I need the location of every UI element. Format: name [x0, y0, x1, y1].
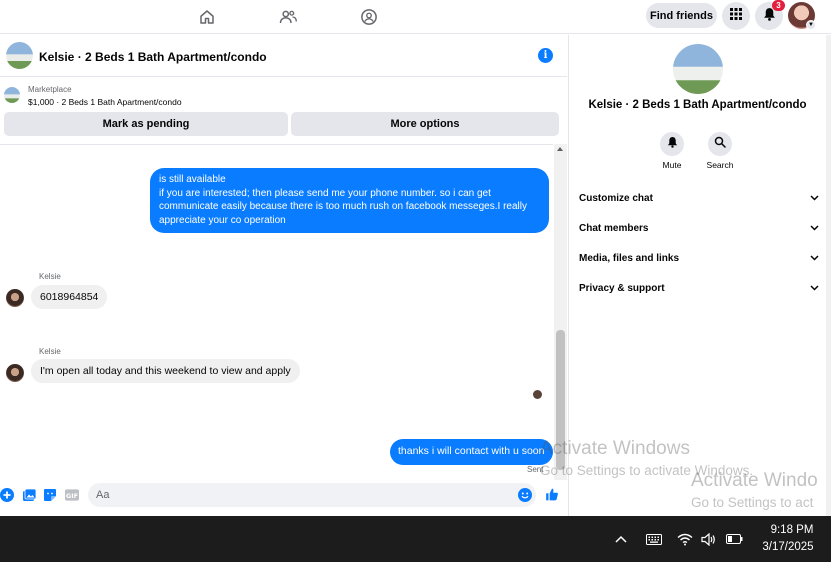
- chat-header: Kelsie · 2 Beds 1 Bath Apartment/condo i: [0, 35, 567, 77]
- section-customize-chat[interactable]: Customize chat: [579, 186, 819, 210]
- messenger-app: Find friends 3 ▼ Kelsie · 2 Beds 1 Bath …: [0, 0, 831, 516]
- outgoing-message[interactable]: is still available if you are interested…: [150, 168, 549, 233]
- details-title: Kelsie · 2 Beds 1 Bath Apartment/condo: [588, 99, 807, 111]
- info-icon[interactable]: i: [538, 48, 553, 63]
- chevron-down-icon: [810, 223, 819, 233]
- mute-button[interactable]: Mute: [649, 132, 695, 170]
- search-icon: [714, 135, 726, 153]
- message-scrollbar[interactable]: [554, 144, 567, 480]
- top-navigation: Find friends 3 ▼: [0, 0, 831, 34]
- groups-icon[interactable]: [357, 5, 381, 29]
- marketplace-label: Marketplace: [28, 85, 72, 94]
- chevron-up-icon[interactable]: [614, 531, 628, 547]
- taskbar-date[interactable]: 3/17/2025: [752, 541, 824, 553]
- svg-text:GIF: GIF: [66, 492, 78, 500]
- chevron-down-icon[interactable]: ▼: [806, 20, 816, 30]
- mark-as-pending-button[interactable]: Mark as pending: [4, 112, 288, 136]
- sender-avatar[interactable]: [6, 364, 24, 382]
- listing-thumbnail[interactable]: [6, 42, 33, 69]
- bell-mute-icon: [667, 135, 678, 153]
- scroll-up-arrow[interactable]: [557, 147, 563, 151]
- message-text: is still available: [159, 174, 226, 185]
- sender-name: Kelsie: [39, 347, 61, 356]
- sender-name: Kelsie: [39, 272, 61, 281]
- emoji-icon[interactable]: [518, 488, 532, 502]
- chevron-down-icon: [810, 193, 819, 203]
- plus-icon[interactable]: [0, 488, 14, 502]
- marketplace-thumbnail: [4, 87, 20, 103]
- section-privacy-support[interactable]: Privacy & support: [579, 276, 819, 300]
- find-friends-button[interactable]: Find friends: [646, 3, 717, 28]
- section-media-files-links[interactable]: Media, files and links: [579, 246, 819, 270]
- message-text: if you are interested; then please send …: [159, 187, 527, 226]
- keyboard-icon[interactable]: [645, 531, 663, 547]
- wifi-icon[interactable]: [677, 531, 693, 547]
- menu-button[interactable]: [722, 2, 750, 30]
- sender-avatar[interactable]: [6, 289, 24, 307]
- chevron-down-icon: [810, 283, 819, 293]
- more-options-button[interactable]: More options: [291, 112, 559, 136]
- listing-photo[interactable]: [673, 44, 723, 94]
- message-composer: GIF: [0, 481, 567, 509]
- message-input[interactable]: [88, 483, 536, 507]
- seen-indicator-avatar: [533, 390, 542, 399]
- incoming-message[interactable]: 6018964854: [31, 285, 108, 309]
- incoming-message[interactable]: I'm open all today and this weekend to v…: [31, 359, 300, 383]
- volume-icon[interactable]: [701, 531, 717, 547]
- chat-title[interactable]: Kelsie · 2 Beds 1 Bath Apartment/condo: [39, 50, 267, 64]
- outgoing-message[interactable]: thanks i will contact with u soon: [390, 439, 553, 465]
- activate-windows-title-2: Activate Windo: [691, 470, 818, 491]
- friends-icon[interactable]: [276, 5, 300, 29]
- search-label: Search: [706, 160, 734, 170]
- menu-grid-icon: [730, 7, 742, 25]
- page-scrollbar[interactable]: [826, 35, 831, 516]
- like-icon[interactable]: [545, 487, 559, 501]
- windows-taskbar: 9:18 PM 3/17/2025: [0, 516, 831, 562]
- notification-badge: 3: [772, 0, 785, 11]
- gif-icon[interactable]: GIF: [65, 488, 79, 502]
- activate-windows-subtitle-2: Go to Settings to act: [691, 495, 814, 510]
- taskbar-time[interactable]: 9:18 PM: [760, 524, 824, 536]
- marketplace-listing[interactable]: $1,000 · 2 Beds 1 Bath Apartment/condo: [28, 97, 182, 107]
- home-icon[interactable]: [195, 5, 219, 29]
- battery-icon[interactable]: [725, 531, 743, 547]
- image-icon[interactable]: [22, 488, 36, 502]
- mute-label: Mute: [662, 160, 682, 170]
- section-chat-members[interactable]: Chat members: [579, 216, 819, 240]
- marketplace-banner: Marketplace $1,000 · 2 Beds 1 Bath Apart…: [0, 78, 567, 140]
- activate-windows-title: Activate Windows: [540, 438, 690, 459]
- sticker-icon[interactable]: [43, 488, 57, 502]
- chevron-down-icon: [810, 253, 819, 263]
- search-button[interactable]: Search: [697, 132, 743, 170]
